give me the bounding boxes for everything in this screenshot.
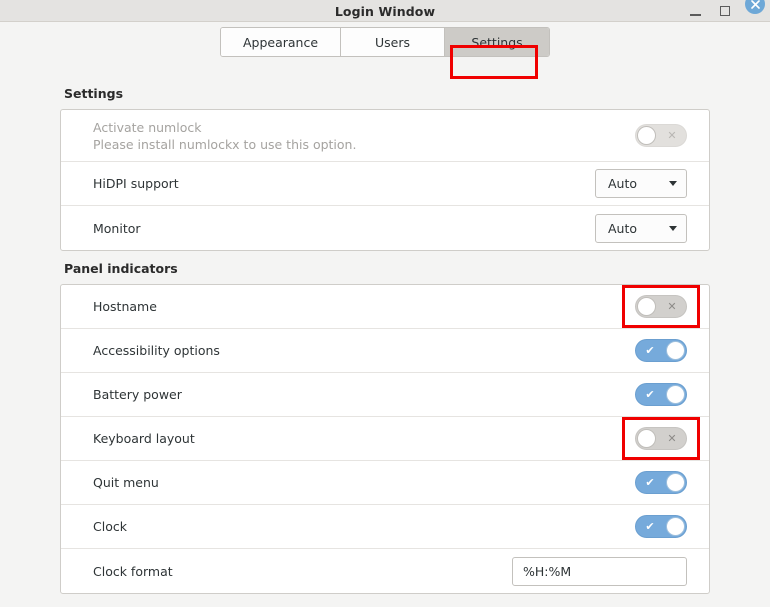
accessibility-options-switch-wrap: ✔ — [635, 339, 687, 362]
clock-format-label: Clock format — [93, 563, 173, 579]
tab-users-label: Users — [375, 34, 411, 50]
row-clock: Clock ✔ — [61, 505, 709, 549]
keyboard-layout-label: Keyboard layout — [93, 431, 195, 446]
maximize-button[interactable] — [710, 0, 740, 22]
switch-knob — [637, 297, 656, 316]
tab-appearance-label: Appearance — [242, 34, 319, 50]
switch-knob — [666, 473, 685, 492]
keyboard-layout-switch-wrap: ✕ — [622, 417, 700, 460]
switch-on-icon: ✔ — [645, 388, 655, 401]
switch-knob — [666, 385, 685, 404]
activate-numlock-label: Activate numlock — [93, 119, 202, 135]
panel-indicators: Hostname ✕ Accessibility options ✔ Batte… — [60, 284, 710, 594]
row-battery-power: Battery power ✔ — [61, 373, 709, 417]
clock-switch-wrap: ✔ — [635, 515, 687, 538]
switch-on-icon: ✔ — [645, 344, 655, 357]
row-monitor: Monitor Auto — [61, 206, 709, 250]
window-titlebar: Login Window — [0, 0, 770, 22]
chevron-down-icon — [669, 225, 677, 231]
tab-appearance[interactable]: Appearance — [220, 28, 342, 56]
battery-power-toggle[interactable]: ✔ — [635, 383, 687, 406]
quit-menu-toggle[interactable]: ✔ — [635, 471, 687, 494]
clock-label: Clock — [93, 519, 127, 534]
chevron-down-icon — [669, 181, 677, 186]
switch-off-icon: ✕ — [667, 300, 677, 313]
minimize-button[interactable] — [680, 0, 710, 22]
switch-knob — [666, 341, 685, 360]
switch-on-icon: ✔ — [645, 520, 655, 533]
hostname-switch-wrap: ✕ — [622, 285, 700, 328]
hidpi-support-value: Auto — [608, 176, 638, 191]
row-activate-numlock: Activate numlock Please install numlockx… — [61, 110, 709, 162]
section-title-panel-indicators: Panel indicators — [64, 261, 178, 276]
clock-toggle[interactable]: ✔ — [635, 515, 687, 538]
switch-knob — [666, 517, 685, 536]
maximize-icon — [720, 6, 730, 16]
row-accessibility-options: Accessibility options ✔ — [61, 329, 709, 373]
row-keyboard-layout: Keyboard layout ✕ — [61, 417, 709, 461]
monitor-dropdown[interactable]: Auto — [595, 213, 687, 243]
quit-menu-label: Quit menu — [93, 475, 159, 490]
activate-numlock-sublabel: Please install numlockx to use this opti… — [93, 136, 357, 152]
close-button[interactable] — [740, 0, 770, 22]
switch-knob — [637, 126, 656, 145]
panel-settings: Activate numlock Please install numlockx… — [60, 109, 710, 251]
row-hidpi-support: HiDPI support Auto — [61, 162, 709, 206]
switch-off-icon: ✕ — [667, 129, 677, 142]
activate-numlock-toggle: ✕ — [635, 124, 687, 147]
clock-format-input[interactable]: %H:%M — [512, 556, 687, 586]
accessibility-options-toggle[interactable]: ✔ — [635, 339, 687, 362]
activate-numlock-switch-wrap: ✕ — [635, 124, 687, 147]
tab-bar-container: Appearance Users Settings — [0, 22, 770, 79]
settings-content: Settings Activate numlock Please install… — [0, 62, 770, 594]
keyboard-layout-toggle[interactable]: ✕ — [635, 427, 687, 450]
switch-knob — [637, 429, 656, 448]
hostname-label: Hostname — [93, 299, 157, 314]
window-title: Login Window — [334, 4, 436, 19]
monitor-label: Monitor — [93, 220, 141, 236]
close-icon — [745, 0, 765, 14]
switch-off-icon: ✕ — [667, 432, 677, 445]
hostname-toggle[interactable]: ✕ — [635, 295, 687, 318]
battery-power-switch-wrap: ✔ — [635, 383, 687, 406]
monitor-value: Auto — [608, 220, 638, 236]
tab-bar: Appearance Users Settings — [219, 27, 551, 57]
tab-settings-label: Settings — [471, 34, 523, 50]
hidpi-support-dropdown[interactable]: Auto — [595, 169, 687, 198]
hidpi-support-label: HiDPI support — [93, 176, 179, 191]
battery-power-label: Battery power — [93, 387, 182, 402]
row-quit-menu: Quit menu ✔ — [61, 461, 709, 505]
window-controls — [680, 0, 770, 22]
switch-on-icon: ✔ — [645, 476, 655, 489]
accessibility-options-label: Accessibility options — [93, 343, 220, 358]
row-clock-format: Clock format %H:%M — [61, 549, 709, 593]
section-title-settings: Settings — [64, 86, 124, 101]
quit-menu-switch-wrap: ✔ — [635, 471, 687, 494]
tab-users[interactable]: Users — [341, 28, 446, 56]
row-hostname: Hostname ✕ — [61, 285, 709, 329]
clock-format-value: %H:%M — [523, 563, 572, 579]
tab-settings[interactable]: Settings — [445, 28, 550, 56]
minimize-icon — [689, 14, 701, 16]
activate-numlock-labels: Activate numlock Please install numlockx… — [93, 120, 356, 152]
